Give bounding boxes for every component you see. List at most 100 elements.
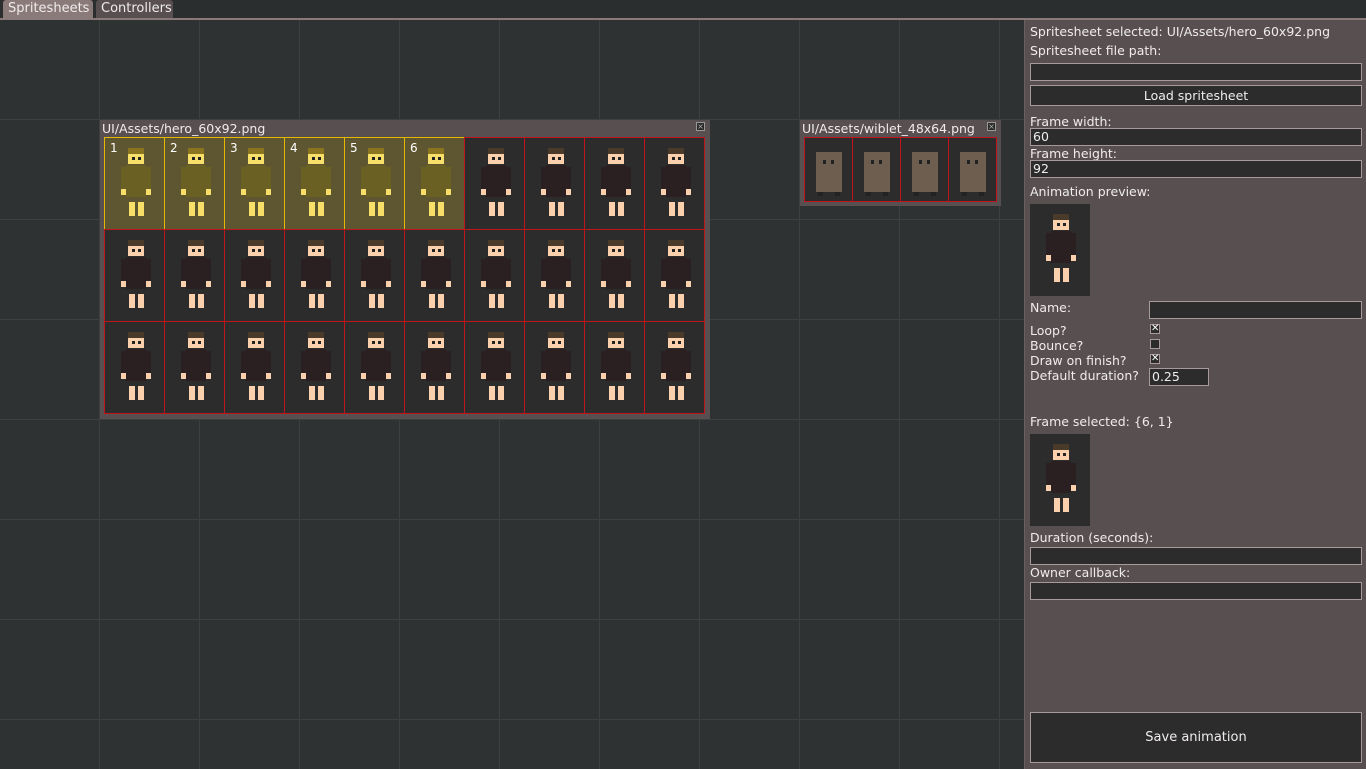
hero-sprite [238, 331, 272, 408]
frame-preview [1030, 434, 1090, 526]
file-path-label: Spritesheet file path: [1030, 43, 1162, 58]
hero-sprite [238, 239, 272, 316]
tab-spritesheets[interactable]: Spritesheets [3, 0, 93, 18]
hero-sprite [538, 331, 572, 408]
loop-label: Loop? [1030, 323, 1067, 338]
draw-on-finish-checkbox[interactable]: ✕ [1150, 354, 1160, 364]
name-label: Name: [1030, 300, 1072, 315]
frame-height-label: Frame height: [1030, 146, 1117, 161]
frame-order-number: 4 [290, 141, 298, 155]
sprite-frame[interactable] [224, 321, 285, 414]
sprite-frame[interactable] [584, 137, 645, 230]
sprite-frame[interactable] [284, 321, 345, 414]
spritesheet-canvas[interactable]: UI/Assets/hero_60x92.png × 1 2 3 4 5 6 UI/Ass… [0, 20, 1024, 769]
sprite-frame[interactable] [404, 321, 465, 414]
frame-grid: 1 2 3 4 5 6 [104, 137, 706, 415]
hero-sprite [418, 239, 452, 316]
hero-sprite [658, 147, 692, 224]
frame-order-number: 5 [350, 141, 358, 155]
name-input[interactable] [1149, 301, 1362, 319]
hero-sprite [178, 331, 212, 408]
hero-sprite [118, 147, 152, 224]
hero-sprite [358, 331, 392, 408]
sprite-frame[interactable] [224, 229, 285, 322]
owner-callback-label: Owner callback: [1030, 565, 1131, 580]
sprite-frame[interactable] [584, 229, 645, 322]
sprite-frame[interactable] [948, 137, 997, 202]
hero-sprite [298, 147, 332, 224]
tab-controllers[interactable]: Controllers [96, 0, 173, 18]
sprite-frame[interactable] [344, 321, 405, 414]
bounce-checkbox[interactable] [1150, 339, 1160, 349]
hero-sprite [118, 331, 152, 408]
owner-callback-input[interactable] [1030, 582, 1362, 600]
sprite-frame[interactable]: 5 [344, 137, 405, 230]
save-animation-button[interactable]: Save animation [1030, 712, 1362, 763]
hero-sprite [658, 331, 692, 408]
sprite-frame[interactable] [164, 321, 225, 414]
spritesheet-title: UI/Assets/hero_60x92.png [102, 121, 266, 136]
hero-sprite [358, 239, 392, 316]
animation-preview [1030, 204, 1090, 296]
sprite-frame[interactable] [404, 229, 465, 322]
sprite-frame[interactable]: 4 [284, 137, 345, 230]
hero-sprite [538, 147, 572, 224]
frame-order-number: 6 [410, 141, 418, 155]
sprite-frame[interactable] [804, 137, 853, 202]
sprite-frame[interactable]: 1 [104, 137, 165, 230]
hero-sprite [238, 147, 272, 224]
sprite-frame[interactable] [104, 229, 165, 322]
sprite-frame[interactable] [644, 321, 705, 414]
spritesheet-window-hero[interactable]: UI/Assets/hero_60x92.png × 1 2 3 4 5 6 [100, 120, 710, 419]
frame-width-label: Frame width: [1030, 114, 1112, 129]
frame-order-number: 2 [170, 141, 178, 155]
hero-sprite [358, 147, 392, 224]
hero-sprite [478, 331, 512, 408]
hero-sprite [598, 147, 632, 224]
sprite-frame[interactable] [464, 137, 525, 230]
sprite-frame[interactable] [900, 137, 949, 202]
hero-sprite [1043, 214, 1077, 290]
sprite-frame[interactable] [164, 229, 225, 322]
loop-checkbox[interactable]: ✕ [1150, 324, 1160, 334]
wiblet-sprite [815, 151, 842, 196]
sprite-frame[interactable] [344, 229, 405, 322]
sprite-frame[interactable] [464, 229, 525, 322]
sprite-frame[interactable] [524, 137, 585, 230]
hero-sprite [298, 239, 332, 316]
hero-sprite [178, 239, 212, 316]
animation-preview-label: Animation preview: [1030, 184, 1151, 199]
hero-sprite [478, 239, 512, 316]
hero-sprite [418, 331, 452, 408]
hero-sprite [178, 147, 212, 224]
sprite-frame[interactable] [524, 321, 585, 414]
sprite-frame[interactable] [852, 137, 901, 202]
sprite-frame[interactable]: 3 [224, 137, 285, 230]
spritesheet-window-wiblet[interactable]: UI/Assets/wiblet_48x64.png × [800, 120, 1001, 206]
load-spritesheet-button[interactable]: Load spritesheet [1030, 85, 1362, 106]
sprite-frame[interactable] [584, 321, 645, 414]
hero-sprite [298, 331, 332, 408]
draw-on-finish-label: Draw on finish? [1030, 353, 1127, 368]
properties-panel: Spritesheet selected: UI/Assets/hero_60x… [1024, 20, 1366, 769]
frame-width-input[interactable]: 60 [1030, 128, 1362, 146]
frame-height-input[interactable]: 92 [1030, 160, 1362, 178]
default-duration-input[interactable]: 0.25 [1149, 368, 1209, 386]
sprite-frame[interactable] [524, 229, 585, 322]
sprite-frame[interactable] [104, 321, 165, 414]
close-icon[interactable]: × [696, 122, 705, 131]
duration-input[interactable] [1030, 547, 1362, 565]
sprite-frame[interactable] [644, 137, 705, 230]
frame-order-number: 1 [110, 141, 118, 155]
sprite-frame[interactable] [284, 229, 345, 322]
default-duration-label: Default duration? [1030, 368, 1139, 383]
file-path-input[interactable] [1030, 63, 1362, 81]
duration-label: Duration (seconds): [1030, 530, 1154, 545]
hero-sprite [478, 147, 512, 224]
hero-sprite [598, 239, 632, 316]
sprite-frame[interactable]: 2 [164, 137, 225, 230]
sprite-frame[interactable] [644, 229, 705, 322]
sprite-frame[interactable] [464, 321, 525, 414]
close-icon[interactable]: × [987, 122, 996, 131]
sprite-frame[interactable]: 6 [404, 137, 465, 230]
